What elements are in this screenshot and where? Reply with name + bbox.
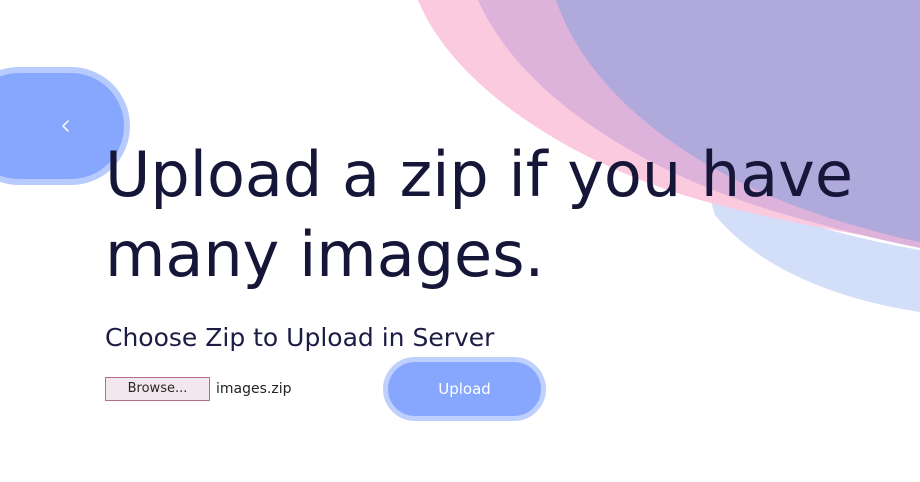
headline-line-2: many images. (105, 218, 545, 291)
headline-line-1: Upload a zip if you have (105, 138, 853, 211)
upload-subheading: Choose Zip to Upload in Server (105, 323, 495, 352)
browse-file-button[interactable]: Browse... (105, 377, 210, 401)
selected-file-name: images.zip (216, 381, 292, 397)
chevron-left-icon (62, 120, 69, 132)
page-headline: Upload a zip if you have many images. (105, 135, 895, 295)
upload-button[interactable]: Upload (383, 357, 546, 421)
